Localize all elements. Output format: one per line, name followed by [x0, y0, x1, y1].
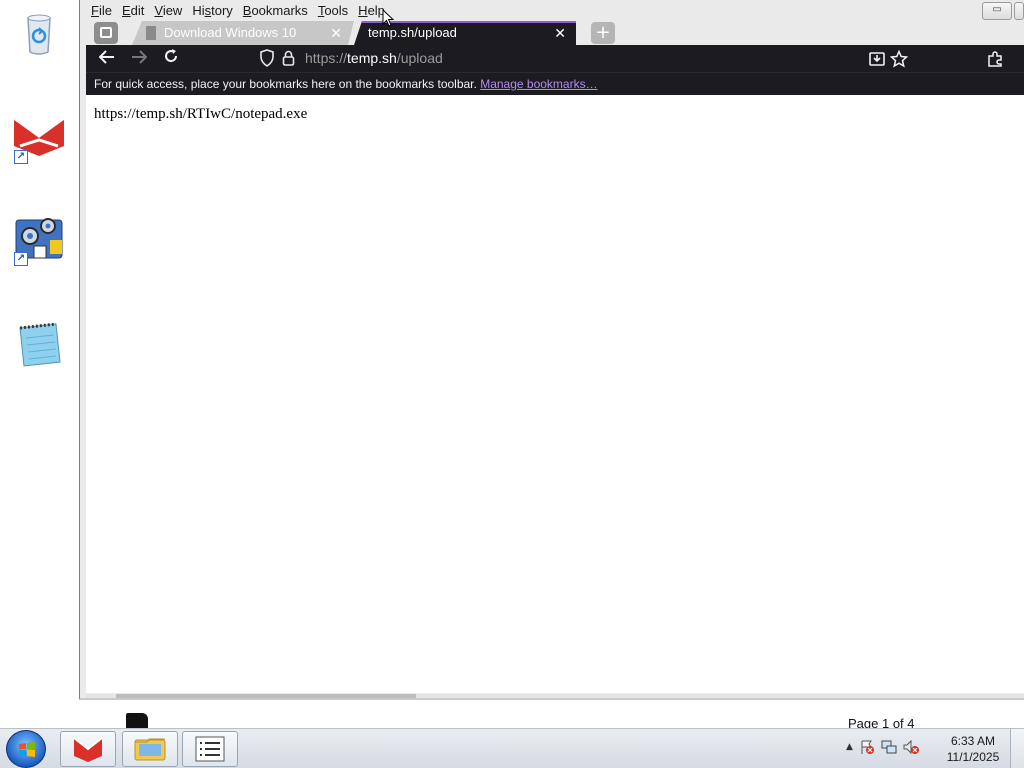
- taskbar-clock[interactable]: 6:33 AM 11/1/2025: [942, 733, 1004, 765]
- forward-arrow-icon: [132, 50, 148, 64]
- notepad-icon[interactable]: [12, 318, 66, 372]
- background-page-count: Page 1 of 4: [848, 716, 915, 728]
- system-tray: ▲: [846, 739, 919, 755]
- task-list-taskbar-icon[interactable]: [182, 731, 238, 767]
- menu-file[interactable]: File: [86, 2, 117, 20]
- tab-close-icon[interactable]: ✕: [330, 21, 342, 45]
- reload-button[interactable]: [158, 48, 184, 70]
- show-hidden-icons-icon[interactable]: ▲: [846, 742, 853, 752]
- tab-list-button[interactable]: [94, 22, 118, 44]
- menu-view[interactable]: View: [149, 2, 187, 20]
- clock-time: 6:33 AM: [950, 734, 996, 748]
- back-arrow-icon: [98, 50, 114, 64]
- new-tab-button[interactable]: +: [591, 22, 615, 44]
- tab-title: temp.sh/upload: [368, 25, 457, 40]
- forward-button[interactable]: [126, 48, 152, 70]
- menu-history[interactable]: History: [187, 2, 237, 20]
- menu-bookmarks[interactable]: Bookmarks: [238, 2, 313, 20]
- file-explorer-taskbar-icon[interactable]: [122, 731, 178, 767]
- taskbar: ▲ 6:33 AM 11/1/2025: [0, 728, 1024, 768]
- bookmarks-toolbar: For quick access, place your bookmarks h…: [86, 72, 1024, 95]
- windows-logo-icon: [19, 742, 35, 757]
- browser-taskbar-icon[interactable]: [60, 731, 116, 767]
- shortcut-arrow-icon: ↗: [14, 252, 28, 266]
- tab-close-icon[interactable]: ✕: [554, 21, 566, 45]
- recycle-bin-icon[interactable]: [12, 6, 66, 60]
- tab-favicon-icon: [146, 26, 156, 40]
- minimize-button[interactable]: ▭: [982, 2, 1012, 20]
- tab-title: Download Windows 10: [164, 25, 297, 40]
- tracking-shield-icon[interactable]: [260, 49, 274, 67]
- url-bar[interactable]: https://temp.sh/upload: [305, 50, 443, 66]
- reload-icon: [165, 49, 178, 63]
- manage-bookmarks-link[interactable]: Manage bookmarks…: [480, 77, 597, 91]
- menu-bar: File Edit View History Bookmarks Tools H…: [86, 2, 390, 20]
- save-to-pocket-icon[interactable]: [868, 50, 886, 68]
- scrollbar-thumb[interactable]: [116, 694, 416, 698]
- menu-edit[interactable]: Edit: [117, 2, 149, 20]
- page-content: https://temp.sh/RTIwC/notepad.exe: [86, 95, 1024, 698]
- settings-shortcut-icon[interactable]: ↗: [12, 212, 66, 266]
- browser-window: ▭ File Edit View History Bookmarks Tools…: [79, 0, 1024, 700]
- bookmarks-hint-text: For quick access, place your bookmarks h…: [94, 77, 477, 91]
- tab-strip: Download Windows 10 ✕ temp.sh/upload ✕ +: [86, 21, 1024, 45]
- menu-tools[interactable]: Tools: [313, 2, 353, 20]
- page-text: https://temp.sh/RTIwC/notepad.exe: [94, 106, 308, 122]
- show-desktop-button[interactable]: [1010, 729, 1024, 768]
- browser-shortcut-icon[interactable]: ↗: [12, 110, 66, 164]
- navigation-toolbar: https://temp.sh/upload: [86, 45, 1024, 72]
- background-document-icon: [126, 713, 148, 728]
- horizontal-scrollbar[interactable]: [86, 694, 1024, 698]
- back-button[interactable]: [94, 48, 120, 70]
- window-controls: ▭: [982, 2, 1024, 20]
- extensions-icon[interactable]: [986, 50, 1004, 68]
- tab-download-windows[interactable]: Download Windows 10 ✕: [132, 21, 354, 45]
- mouse-cursor-icon: [382, 9, 394, 27]
- lock-icon[interactable]: [282, 50, 295, 66]
- start-button[interactable]: [6, 730, 46, 768]
- action-center-flag-icon[interactable]: [859, 739, 875, 755]
- shortcut-arrow-icon: ↗: [14, 150, 28, 164]
- maximize-button[interactable]: [1014, 2, 1024, 20]
- clock-date: 11/1/2025: [946, 750, 1000, 764]
- network-icon[interactable]: [881, 739, 897, 755]
- bookmark-star-icon[interactable]: [890, 50, 908, 68]
- tab-list-icon: [100, 27, 112, 38]
- volume-muted-icon[interactable]: [903, 739, 919, 755]
